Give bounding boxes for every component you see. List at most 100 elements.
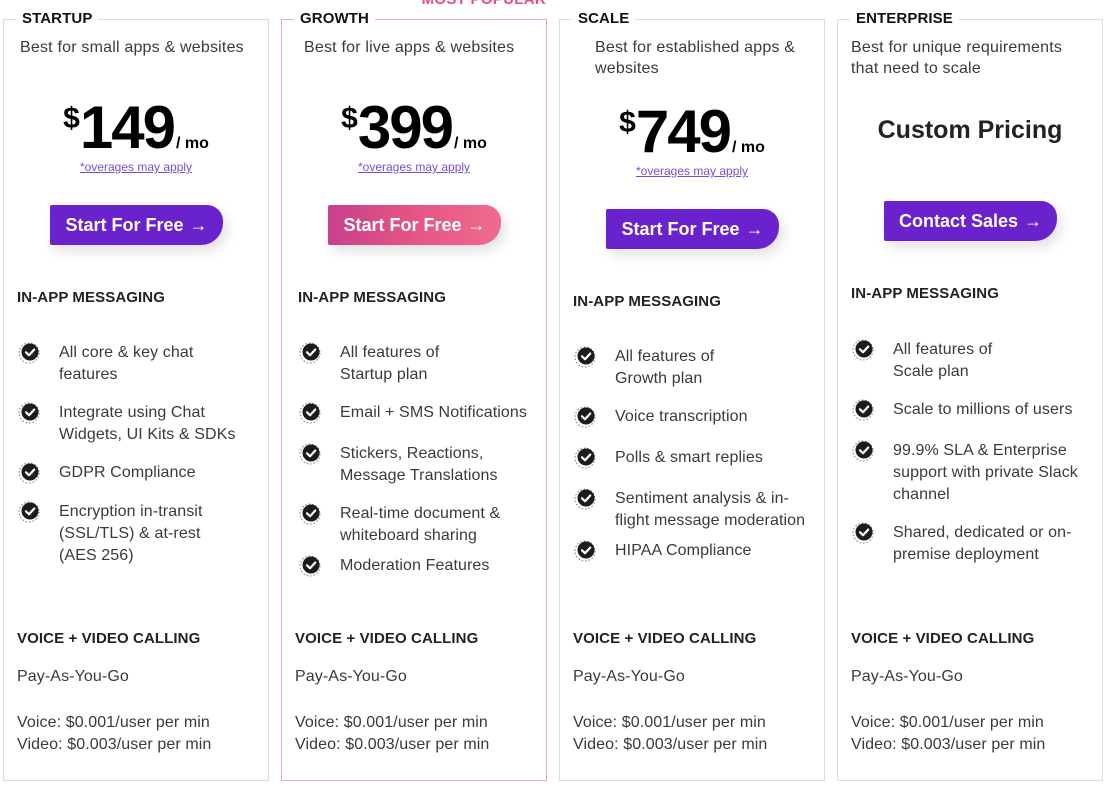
check-icon	[573, 405, 597, 429]
feature-item: All features of Growth plan	[573, 346, 823, 390]
arrow-right-icon: →	[467, 214, 486, 235]
feature-text: Real-time document & whiteboard sharing	[340, 505, 501, 544]
currency-symbol: $	[63, 102, 80, 135]
currency-symbol: $	[619, 106, 636, 139]
check-icon	[298, 554, 322, 578]
feature-text: GDPR Compliance	[59, 464, 196, 481]
feature-item: Integrate using Chat Widgets, UI Kits & …	[17, 402, 262, 446]
plan-card-startup: STARTUP Best for small apps & websites $…	[3, 9, 269, 781]
feature-text: Polls & smart replies	[615, 449, 763, 466]
feature-text: All features of Scale plan	[893, 341, 993, 380]
check-icon	[298, 442, 322, 466]
check-icon	[298, 401, 322, 425]
plan-name: SCALE	[572, 9, 636, 29]
check-icon	[573, 446, 597, 470]
feature-item: Real-time document & whiteboard sharing	[298, 503, 543, 547]
price-period: / mo	[731, 139, 765, 156]
feature-item: Voice transcription	[573, 406, 823, 429]
start-for-free-button[interactable]: Start For Free →	[606, 209, 779, 249]
cta-label: Start For Free	[65, 214, 184, 235]
feature-item: HIPAA Compliance	[573, 540, 823, 563]
check-icon	[17, 500, 41, 524]
check-icon	[573, 487, 597, 511]
price-amount: 399	[357, 94, 454, 161]
check-icon	[851, 521, 875, 545]
overages-link[interactable]: *overages may apply	[4, 160, 268, 174]
plan-name: ENTERPRISE	[850, 9, 959, 29]
cta-label: Start For Free	[621, 218, 740, 239]
price-amount: 149	[79, 94, 176, 161]
feature-item: Sentiment analysis & in-flight message m…	[573, 488, 823, 532]
messaging-section-title: IN-APP MESSAGING	[851, 285, 1000, 302]
start-for-free-button[interactable]: Start For Free →	[328, 205, 501, 245]
check-icon	[573, 345, 597, 369]
overages-link[interactable]: *overages may apply	[282, 160, 546, 174]
plan-tagline: Best for small apps & websites	[20, 39, 244, 56]
feature-item: GDPR Compliance	[17, 462, 262, 485]
feature-text: HIPAA Compliance	[615, 542, 752, 559]
check-icon	[851, 338, 875, 362]
feature-text: Stickers, Reactions, Message Translation…	[340, 445, 498, 484]
check-icon	[17, 461, 41, 485]
feature-text: Encryption in-transit (SSL/TLS) & at-res…	[59, 503, 203, 564]
feature-item: Polls & smart replies	[573, 447, 823, 470]
feature-text: All features of Growth plan	[615, 348, 715, 387]
cta-label: Contact Sales	[898, 210, 1019, 231]
check-icon	[573, 539, 597, 563]
plan-tagline: Best for live apps & websites	[304, 39, 515, 56]
feature-item: Encryption in-transit (SSL/TLS) & at-res…	[17, 501, 262, 567]
plan-price: $749/ mo	[560, 102, 824, 162]
plan-price: $399/ mo	[282, 98, 546, 158]
plan-card-scale: SCALE Best for established apps & websit…	[559, 9, 825, 781]
most-popular-badge: MOST POPULAR	[422, 0, 546, 10]
voice-rate: Voice: $0.001/user per min	[17, 714, 210, 731]
feature-item: All core & key chat features	[17, 342, 262, 386]
feature-item: Stickers, Reactions, Message Translation…	[298, 443, 543, 487]
plan-tagline: Best for established apps & websites	[595, 39, 796, 77]
calling-section-title: VOICE + VIDEO CALLING	[851, 630, 1035, 647]
calling-model: Pay-As-You-Go	[851, 668, 963, 685]
voice-rate: Voice: $0.001/user per min	[851, 714, 1044, 731]
feature-item: Shared, dedicated or on-premise deployme…	[851, 522, 1101, 566]
video-rate: Video: $0.003/user per min	[295, 736, 490, 753]
plan-card-growth: MOST POPULAR GROWTH Best for live apps &…	[281, 0, 547, 781]
check-icon	[17, 341, 41, 365]
calling-model: Pay-As-You-Go	[573, 668, 685, 685]
cta-label: Start For Free	[343, 214, 462, 235]
arrow-right-icon: →	[745, 218, 764, 239]
feature-text: Sentiment analysis & in-flight message m…	[615, 490, 806, 529]
video-rate: Video: $0.003/user per min	[851, 736, 1046, 753]
calling-section-title: VOICE + VIDEO CALLING	[295, 630, 479, 647]
calling-model: Pay-As-You-Go	[295, 668, 407, 685]
check-icon	[298, 341, 322, 365]
messaging-section-title: IN-APP MESSAGING	[298, 289, 447, 306]
feature-text: Integrate using Chat Widgets, UI Kits & …	[59, 404, 236, 443]
feature-text: 99.9% SLA & Enterprise support with priv…	[893, 442, 1078, 503]
contact-sales-button[interactable]: Contact Sales →	[884, 201, 1057, 241]
feature-item: Email + SMS Notifications	[298, 402, 543, 425]
plan-card-enterprise: ENTERPRISE Best for unique requirements …	[837, 9, 1103, 781]
currency-symbol: $	[341, 102, 358, 135]
voice-rate: Voice: $0.001/user per min	[573, 714, 766, 731]
feature-item: Scale to millions of users	[851, 399, 1101, 422]
feature-list: All features of Startup plan Email + SMS…	[298, 342, 543, 578]
feature-list: All core & key chat features Integrate u…	[17, 342, 262, 567]
feature-item: All features of Startup plan	[298, 342, 543, 386]
calling-model: Pay-As-You-Go	[17, 668, 129, 685]
feature-item: Moderation Features	[298, 555, 543, 578]
overages-link[interactable]: *overages may apply	[560, 164, 824, 178]
feature-text: Shared, dedicated or on-premise deployme…	[893, 524, 1072, 563]
start-for-free-button[interactable]: Start For Free →	[50, 205, 223, 245]
custom-pricing: Custom Pricing	[877, 116, 1063, 144]
voice-rate: Voice: $0.001/user per min	[295, 714, 488, 731]
check-icon	[851, 398, 875, 422]
calling-section-title: VOICE + VIDEO CALLING	[17, 630, 201, 647]
check-icon	[851, 439, 875, 463]
check-icon	[17, 401, 41, 425]
feature-list: All features of Scale plan Scale to mill…	[851, 339, 1101, 566]
messaging-section-title: IN-APP MESSAGING	[17, 289, 166, 306]
feature-text: All core & key chat features	[59, 344, 194, 383]
price-period: / mo	[453, 135, 487, 152]
feature-list: All features of Growth plan Voice transc…	[573, 346, 823, 563]
arrow-right-icon: →	[1024, 210, 1043, 231]
